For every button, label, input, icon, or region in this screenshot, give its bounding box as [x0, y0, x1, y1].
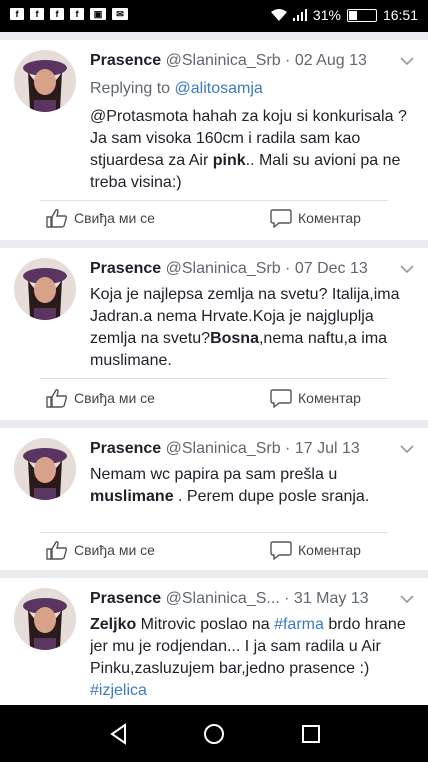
email-icon: ✉ — [112, 8, 128, 20]
post-text-part: Mitrovic poslao na — [136, 616, 275, 633]
post-card: Prasence @Slaninica_Srb · 07 Dec 13 Koja… — [0, 248, 428, 420]
post-text-part: Nemam wc papira pa sam prešla u — [90, 466, 338, 483]
wifi-icon — [270, 9, 287, 21]
battery-icon — [346, 8, 377, 22]
home-icon[interactable] — [203, 723, 225, 745]
battery-percent: 31% — [312, 7, 341, 23]
comment-label: Коментар — [298, 210, 361, 226]
comment-button[interactable]: Коментар — [270, 540, 361, 560]
chevron-down-icon[interactable] — [400, 264, 414, 274]
like-button[interactable]: Свиђа ми се — [46, 208, 155, 228]
author-handle[interactable]: @Slaninica_Srb — [166, 440, 281, 457]
author-handle[interactable]: @Slaninica_Srb — [166, 52, 281, 69]
tweet-feed[interactable]: Prasence @Slaninica_Srb · 02 Aug 13 Repl… — [0, 32, 428, 705]
image-icon: ▣ — [90, 8, 106, 20]
replying-label: Replying to — [90, 80, 175, 97]
comment-button[interactable]: Коментар — [270, 208, 361, 228]
facebook-icon: f — [10, 8, 24, 20]
facebook-icon: f — [30, 8, 44, 20]
divider — [40, 532, 388, 533]
post-date: · 07 Dec 13 — [285, 260, 368, 277]
post-header: Prasence @Slaninica_S... · 31 May 13 — [90, 590, 388, 608]
comment-button[interactable]: Коментар — [270, 388, 361, 408]
post-text-bold: Zeljko — [90, 616, 137, 633]
author-handle[interactable]: @Slaninica_S... — [166, 590, 280, 607]
post-date: · 17 Jul 13 — [285, 440, 360, 457]
hashtag-link[interactable]: #izjelica — [90, 682, 147, 699]
post-text-bold: muslimane — [90, 488, 174, 505]
reply-handle-link[interactable]: @alitosamja — [175, 80, 263, 97]
chevron-down-icon[interactable] — [400, 444, 414, 454]
avatar[interactable] — [14, 438, 76, 500]
author-handle[interactable]: @Slaninica_Srb — [166, 260, 281, 277]
signal-icon — [292, 9, 307, 21]
like-button[interactable]: Свиђа ми се — [46, 388, 155, 408]
avatar[interactable] — [14, 588, 76, 650]
post-header: Prasence @Slaninica_Srb · 02 Aug 13 — [90, 52, 388, 70]
author-name[interactable]: Prasence — [90, 52, 161, 69]
post-card: Prasence @Slaninica_Srb · 17 Jul 13 Nema… — [0, 428, 428, 570]
post-header: Prasence @Slaninica_Srb · 07 Dec 13 — [90, 260, 388, 278]
comment-icon — [270, 389, 292, 408]
thumbs-up-icon — [46, 541, 68, 560]
clock: 16:51 — [382, 7, 418, 23]
like-label: Свиђа ми се — [74, 210, 155, 226]
post-text-part: . Perem dupe posle sranja. — [173, 488, 370, 505]
facebook-icon: f — [70, 8, 84, 20]
thumbs-up-icon — [46, 209, 68, 228]
post-date: · 02 Aug 13 — [285, 52, 367, 69]
author-name[interactable]: Prasence — [90, 440, 161, 457]
post-card: Prasence @Slaninica_S... · 31 May 13 Zel… — [0, 578, 428, 705]
author-name[interactable]: Prasence — [90, 260, 161, 277]
back-icon[interactable] — [108, 723, 130, 745]
post-text: @Protasmota hahah za koju si konkurisala… — [90, 106, 416, 194]
hashtag-link[interactable]: #farma — [274, 616, 324, 633]
system-nav-bar — [0, 705, 428, 762]
status-bar: f f f f ▣ ✉ 31% 16:51 — [0, 0, 428, 32]
post-text: Zeljko Mitrovic poslao na #farma brdo hr… — [90, 614, 416, 702]
post-date: · 31 May 13 — [284, 590, 369, 607]
divider — [40, 378, 388, 379]
like-button[interactable]: Свиђа ми се — [46, 540, 155, 560]
post-text: Koja je najlepsa zemlja na svetu? Italij… — [90, 284, 416, 372]
post-card: Prasence @Slaninica_Srb · 02 Aug 13 Repl… — [0, 40, 428, 240]
comment-icon — [270, 209, 292, 228]
like-label: Свиђа ми се — [74, 390, 155, 406]
author-name[interactable]: Prasence — [90, 590, 161, 607]
notification-icons: f f f f ▣ ✉ — [10, 8, 128, 20]
facebook-icon: f — [50, 8, 64, 20]
post-header: Prasence @Slaninica_Srb · 17 Jul 13 — [90, 440, 388, 458]
avatar[interactable] — [14, 50, 76, 112]
divider — [40, 200, 388, 201]
comment-icon — [270, 541, 292, 560]
like-label: Свиђа ми се — [74, 542, 155, 558]
chevron-down-icon[interactable] — [400, 594, 414, 604]
chevron-down-icon[interactable] — [400, 56, 414, 66]
post-text-bold: pink — [212, 152, 246, 169]
post-text: Nemam wc papira pa sam prešla u musliman… — [90, 464, 388, 508]
replying-to: Replying to @alitosamja — [90, 80, 263, 98]
thumbs-up-icon — [46, 389, 68, 408]
comment-label: Коментар — [298, 542, 361, 558]
post-text-bold: Bosna — [210, 330, 259, 347]
recents-icon[interactable] — [300, 723, 322, 745]
comment-label: Коментар — [298, 390, 361, 406]
avatar[interactable] — [14, 258, 76, 320]
